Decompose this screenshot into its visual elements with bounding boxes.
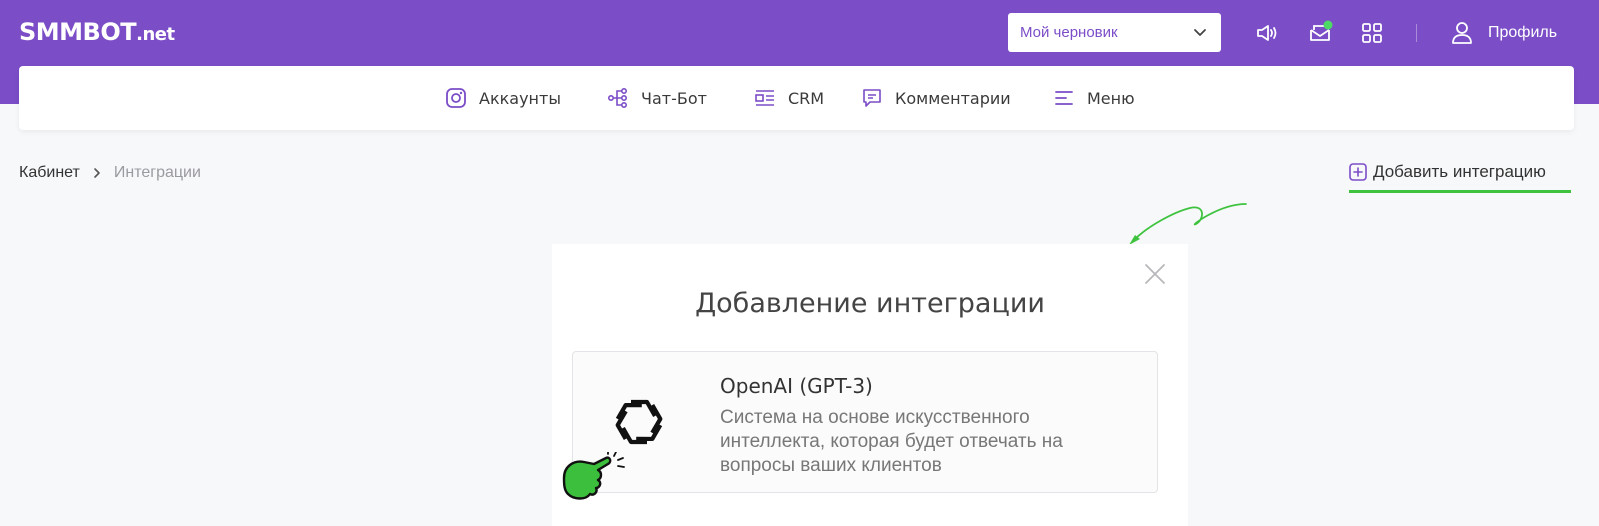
nav-item-accounts[interactable]: Аккаунты — [445, 86, 561, 110]
integration-card-description: Система на основе искусственного интелле… — [720, 407, 1063, 476]
crm-icon — [755, 90, 774, 106]
integration-card-title: OpenAI (GPT-3) — [720, 374, 873, 398]
openai-logo-icon — [615, 399, 663, 445]
plus-square-icon — [1349, 163, 1367, 181]
breadcrumb-home[interactable]: Кабинет — [19, 164, 80, 182]
mail-icon[interactable] — [1307, 20, 1333, 46]
nav-item-chatbot[interactable]: Чат-Бот — [607, 86, 707, 110]
integration-card-openai[interactable]: OpenAI (GPT-3) Система на основе искусст… — [572, 351, 1158, 493]
nav-item-label: CRM — [788, 88, 825, 108]
add-integration-label: Добавить интеграцию — [1373, 162, 1546, 181]
draft-select[interactable]: Мой черновик — [1008, 13, 1221, 52]
nav-item-label: Меню — [1087, 88, 1135, 108]
comment-icon — [863, 89, 881, 107]
annotation-arrow-icon — [1129, 203, 1247, 245]
nav-item-label: Аккаунты — [479, 88, 561, 108]
nav-item-crm[interactable]: CRM — [754, 86, 824, 110]
profile-label: Профиль — [1488, 24, 1558, 41]
logo[interactable]: SMMBOT.net — [19, 18, 175, 46]
add-integration-button[interactable]: Добавить интеграцию — [1349, 162, 1546, 182]
add-integration-underline — [1349, 190, 1571, 193]
logo-suffix: .net — [136, 24, 175, 45]
pointing-hand-icon — [562, 452, 625, 500]
logo-main: SMMBOT — [19, 18, 137, 46]
add-integration-modal: Добавление интеграции OpenAI (GPT-3) Сис… — [552, 244, 1188, 526]
modal-title: Добавление интеграции — [695, 288, 1045, 319]
megaphone-icon[interactable] — [1254, 20, 1280, 46]
divider — [1416, 24, 1417, 42]
draft-select-value: Мой черновик — [1020, 24, 1118, 41]
profile-button[interactable]: Профиль — [1450, 18, 1557, 48]
breadcrumb: Кабинет Интеграции — [19, 164, 201, 182]
nav-item-label: Чат-Бот — [641, 88, 707, 108]
nav-item-menu[interactable]: Меню — [1053, 86, 1135, 110]
chevron-right-icon — [94, 168, 100, 178]
breadcrumb-current: Интеграции — [113, 164, 201, 181]
chevron-down-icon — [1194, 29, 1206, 36]
grid-icon[interactable] — [1359, 20, 1385, 46]
menu-icon — [1055, 91, 1073, 105]
flow-icon — [607, 87, 628, 109]
user-icon — [1452, 22, 1472, 44]
nav-item-comments[interactable]: Комментарии — [861, 86, 1011, 110]
close-icon[interactable] — [1143, 262, 1167, 286]
instagram-icon — [446, 88, 466, 108]
main-nav: Аккаунты Чат-Бот CRM Комментарии Меню — [19, 66, 1574, 130]
nav-item-label: Комментарии — [895, 88, 1011, 108]
notification-dot — [1323, 20, 1333, 30]
